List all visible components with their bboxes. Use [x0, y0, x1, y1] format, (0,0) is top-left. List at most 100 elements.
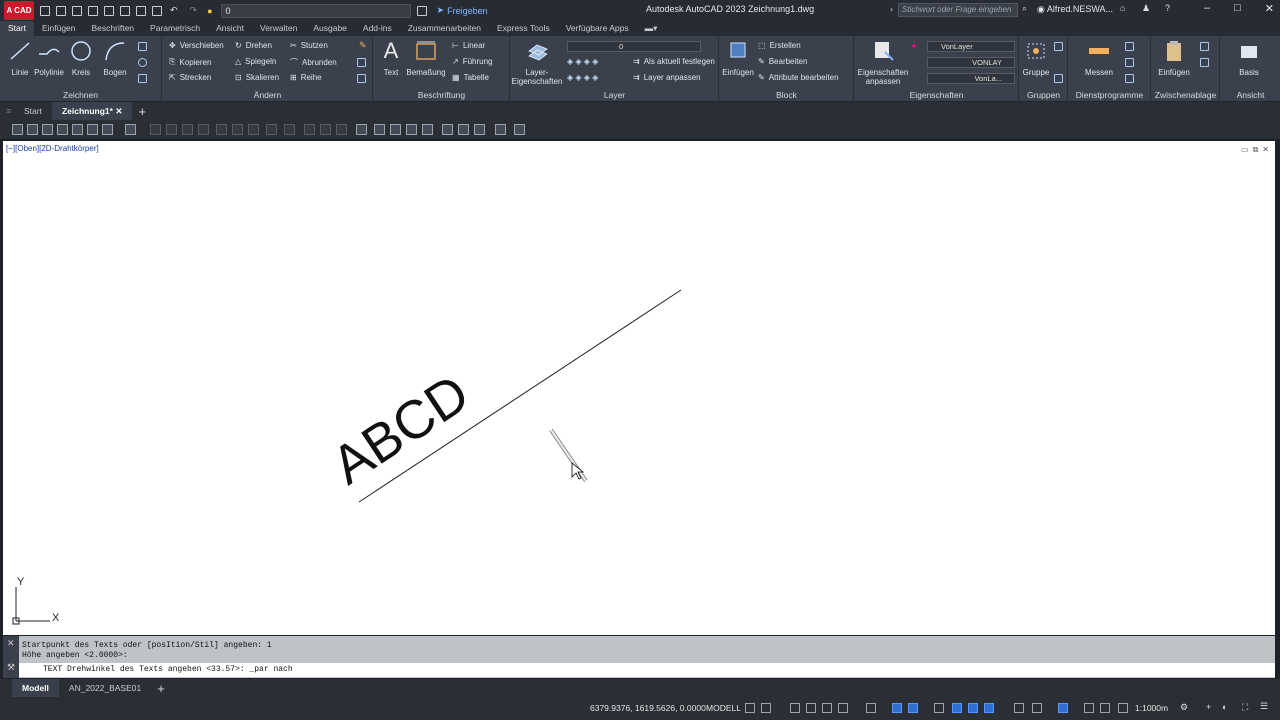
layer-tool-icons-2[interactable]: ◈ ◈ ◈ ◈: [567, 73, 598, 82]
cart-icon[interactable]: ⌂: [1120, 3, 1125, 13]
block-title[interactable]: Block: [720, 90, 853, 100]
auto-scale-icon[interactable]: [1100, 703, 1110, 713]
tool-22-icon[interactable]: [374, 124, 385, 135]
maximize-button[interactable]: □: [1234, 2, 1241, 15]
fuehrung-button[interactable]: ↗ Führung: [452, 57, 493, 66]
annotation-visibility-icon[interactable]: [1084, 703, 1094, 713]
gruppen-title[interactable]: Gruppen: [1020, 90, 1067, 100]
hatch-icon[interactable]: [138, 74, 147, 83]
model-space-toggle[interactable]: MODELL: [706, 703, 741, 713]
layout-tab-modell[interactable]: Modell: [12, 679, 59, 697]
tool-14-icon[interactable]: [232, 124, 243, 135]
gear-icon[interactable]: ⚙: [1180, 702, 1188, 713]
object-snap-tracking-icon[interactable]: [892, 703, 902, 713]
eigenschaften-anpassen-button[interactable]: Eigenschaften anpassen: [855, 40, 911, 86]
search-icon[interactable]: ⌕: [1022, 3, 1027, 14]
zwischen-title[interactable]: Zwischenablage: [1152, 90, 1219, 100]
close-tab-icon[interactable]: ✕: [115, 106, 122, 116]
tool-29-icon[interactable]: [495, 124, 506, 135]
drawing-canvas[interactable]: [−][Oben][2D-Drahtkörper] ▭ ⧉ ✕ ABCD Y X: [3, 141, 1275, 635]
tab-addins[interactable]: Add-ins: [355, 21, 400, 36]
chevron-right-icon[interactable]: ›: [890, 4, 893, 14]
color-dropdown[interactable]: VonLayer: [927, 41, 1015, 52]
help-icon[interactable]: ?: [1165, 3, 1170, 13]
copy-clip-icon[interactable]: [1200, 58, 1209, 67]
open-folder-icon[interactable]: [56, 5, 66, 16]
tool-30-icon[interactable]: [514, 124, 525, 135]
tool-5-icon[interactable]: [72, 124, 83, 135]
infer-icon[interactable]: [790, 703, 800, 713]
save-as-icon[interactable]: [88, 5, 98, 16]
layer-tool-icons[interactable]: ◈ ◈ ◈ ◈: [567, 57, 598, 66]
tool-17-icon[interactable]: [284, 124, 295, 135]
tab-einfuegen[interactable]: Einfügen: [34, 21, 84, 36]
wrench-icon[interactable]: ⚒: [7, 662, 15, 673]
block-bearbeiten-button[interactable]: ✎ Bearbeiten: [758, 57, 807, 66]
tool-8-icon[interactable]: [125, 124, 136, 135]
layer-anpassen-button[interactable]: ⇉ Layer anpassen: [633, 73, 701, 82]
tab-verfuegbare-apps[interactable]: Verfügbare Apps: [558, 21, 637, 36]
skalieren-button[interactable]: ⊡ Skalieren: [235, 73, 279, 82]
grid-icon[interactable]: [745, 703, 755, 713]
erase-icon[interactable]: ✎: [359, 40, 367, 51]
command-input[interactable]: TEXT Drehwinkel des Texts angeben <33.57…: [19, 663, 1275, 677]
kopieren-button[interactable]: ⎘ Kopieren: [169, 57, 211, 67]
layer-eigenschaften-button[interactable]: Layer-Eigenschaften: [511, 40, 563, 86]
customize-menu-icon[interactable]: ☰: [1260, 701, 1268, 712]
fullscreen-icon[interactable]: ⛶: [1242, 702, 1248, 713]
linear-button[interactable]: ⊢ Linear: [452, 41, 485, 50]
ungroup-icon[interactable]: [1054, 42, 1063, 51]
tabelle-button[interactable]: ▦ Tabelle: [452, 73, 489, 82]
tool-19-icon[interactable]: [320, 124, 331, 135]
bogen-button[interactable]: Bogen: [98, 40, 132, 77]
tool-20-icon[interactable]: [336, 124, 347, 135]
isodraft-icon[interactable]: [866, 703, 876, 713]
tool-28-icon[interactable]: [474, 124, 485, 135]
selection-cycling-icon[interactable]: [968, 703, 978, 713]
close-cmd-icon[interactable]: ✕: [7, 638, 15, 649]
tab-beschriften[interactable]: Beschriften: [84, 21, 143, 36]
tool-7-icon[interactable]: [102, 124, 113, 135]
rectangle-icon[interactable]: [138, 42, 147, 51]
ellipse-icon[interactable]: [138, 58, 147, 67]
tool-23-icon[interactable]: [390, 124, 401, 135]
selection-filter-icon[interactable]: [1032, 703, 1042, 713]
new-tab-icon[interactable]: +: [138, 104, 146, 119]
explode-icon[interactable]: [357, 58, 366, 67]
annotation-scale-dropdown[interactable]: 1:1000m: [1135, 703, 1168, 713]
gruppe-button[interactable]: Gruppe: [1020, 40, 1052, 77]
publish-icon[interactable]: [152, 5, 162, 16]
text-button[interactable]: A Text: [376, 40, 406, 78]
als-aktuell-button[interactable]: ⇉ Als aktuell festlegen: [633, 57, 715, 66]
layer-state-icon[interactable]: [416, 5, 427, 16]
tool-2-icon[interactable]: [27, 124, 38, 135]
tab-verwalten[interactable]: Verwalten: [252, 21, 305, 36]
community-icon[interactable]: ♟: [1142, 3, 1150, 14]
aendern-title[interactable]: Ändern: [163, 90, 372, 100]
share-button[interactable]: ➤ Freigeben: [437, 5, 488, 16]
layer-title[interactable]: Layer: [511, 90, 718, 100]
tool-26-icon[interactable]: [442, 124, 453, 135]
linetype-dropdown[interactable]: VONLAY: [927, 57, 1015, 68]
dienst-title[interactable]: Dienstprogramme: [1069, 90, 1150, 100]
ansicht-title[interactable]: Ansicht: [1221, 90, 1280, 100]
tool-16-icon[interactable]: [266, 124, 277, 135]
cut-icon[interactable]: [1200, 42, 1209, 51]
tool-4-icon[interactable]: [57, 124, 68, 135]
coordinate-readout[interactable]: 6379.9376, 1619.5626, 0.0000: [590, 703, 706, 713]
save-icon[interactable]: [72, 5, 82, 16]
attribute-bearbeiten-button[interactable]: ✎ Attribute bearbeiten: [758, 73, 839, 82]
tool-15-icon[interactable]: [248, 124, 259, 135]
polar-icon[interactable]: [838, 703, 848, 713]
tool-18-icon[interactable]: [304, 124, 315, 135]
application-menu-button[interactable]: A CAD: [4, 1, 34, 20]
close-button[interactable]: ✕: [1265, 2, 1274, 15]
tab-menu-icon[interactable]: ≡: [6, 106, 14, 116]
open-web-icon[interactable]: [104, 5, 114, 16]
tool-9-icon[interactable]: [150, 124, 161, 135]
tool-27-icon[interactable]: [458, 124, 469, 135]
tab-parametrisch[interactable]: Parametrisch: [142, 21, 208, 36]
gizmo-icon[interactable]: [1058, 703, 1068, 713]
abrunden-button[interactable]: ⌒ Abrunden: [290, 57, 337, 68]
drehen-button[interactable]: ↻ Drehen: [235, 41, 272, 50]
